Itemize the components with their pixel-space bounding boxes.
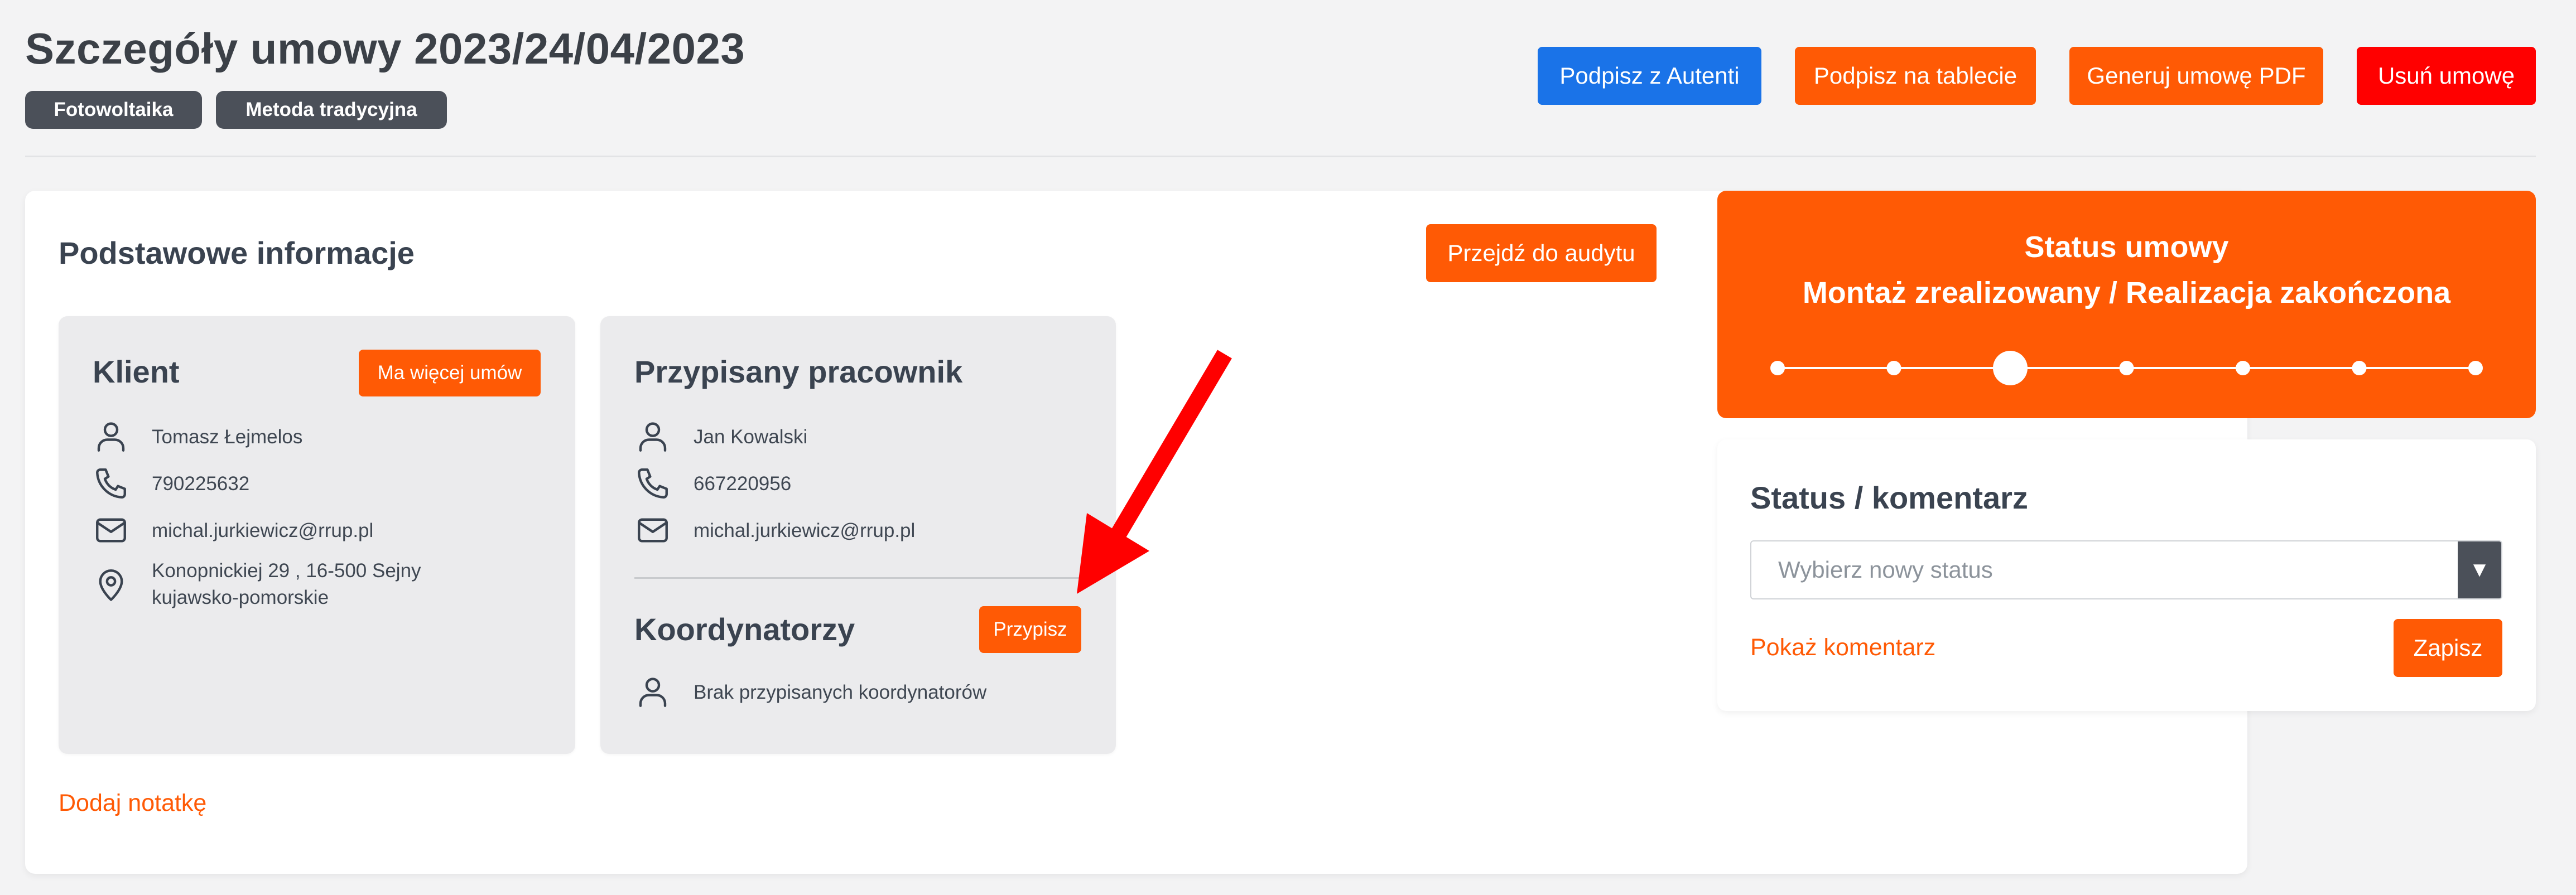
employee-name: Jan Kowalski — [694, 426, 808, 448]
coordinators-title: Koordynatorzy — [634, 612, 855, 647]
client-phone: 790225632 — [152, 473, 250, 495]
employee-phone: 667220956 — [694, 473, 792, 495]
tag-photovoltaics: Fotowoltaika — [25, 91, 202, 129]
status-step-current — [1993, 351, 2028, 385]
tag-traditional-method: Metoda tradycyjna — [216, 91, 447, 129]
client-address-line1: Konopnickiej 29 , 16-500 Sejny — [152, 560, 421, 582]
status-step — [2352, 361, 2367, 375]
red-arrow-annotation — [1077, 350, 1232, 594]
status-progress-track — [1770, 351, 2483, 385]
sign-tablet-button[interactable]: Podpisz na tablecie — [1795, 47, 2036, 105]
basic-info-title: Podstawowe informacje — [59, 235, 415, 270]
status-step — [2236, 361, 2250, 375]
coordinators-empty-text: Brak przypisanych koordynatorów — [694, 681, 987, 703]
status-comment-title: Status / komentarz — [1750, 480, 2028, 515]
more-contracts-button[interactable]: Ma więcej umów — [359, 350, 541, 396]
client-email[interactable]: michal.jurkiewicz@rrup.pl — [152, 517, 373, 544]
go-to-audit-button[interactable]: Przejdź do audytu — [1426, 224, 1657, 282]
generate-pdf-button[interactable]: Generuj umowę PDF — [2069, 47, 2323, 105]
person-icon — [93, 418, 129, 455]
chevron-down-icon[interactable]: ▼ — [2458, 541, 2501, 598]
status-step — [1770, 361, 1785, 375]
client-name: Tomasz Łejmelos — [152, 426, 303, 448]
status-step — [2468, 361, 2483, 375]
employee-title: Przypisany pracownik — [634, 354, 963, 389]
mail-icon — [93, 512, 129, 549]
status-step — [1886, 361, 1901, 375]
person-icon — [634, 418, 671, 455]
mail-icon — [634, 512, 671, 549]
status-step — [2119, 361, 2134, 375]
employee-divider — [634, 577, 1083, 579]
location-pin-icon — [93, 566, 129, 603]
status-select-placeholder: Wybierz nowy status — [1778, 557, 1993, 583]
add-note-link[interactable]: Dodaj notatkę — [59, 790, 206, 817]
page-title: Szczegóły umowy 2023/24/04/2023 — [25, 24, 745, 73]
phone-icon — [634, 465, 671, 502]
delete-contract-button[interactable]: Usuń umowę — [2357, 47, 2536, 105]
sign-autenti-button[interactable]: Podpisz z Autenti — [1538, 47, 1761, 105]
person-icon — [634, 674, 671, 710]
phone-icon — [93, 465, 129, 502]
client-title: Klient — [93, 354, 180, 389]
contract-status-card: Status umowy Montaż zrealizowany / Reali… — [1717, 191, 2536, 418]
show-comment-link[interactable]: Pokaż komentarz — [1750, 634, 1935, 661]
header-divider — [25, 156, 2536, 157]
employee-email[interactable]: michal.jurkiewicz@rrup.pl — [694, 517, 915, 544]
assign-coordinator-button[interactable]: Przypisz — [979, 606, 1081, 653]
save-status-button[interactable]: Zapisz — [2394, 619, 2502, 677]
client-address-line2: kujawsko-pomorskie — [152, 587, 329, 608]
status-select[interactable]: Wybierz nowy status ▼ — [1750, 540, 2502, 599]
